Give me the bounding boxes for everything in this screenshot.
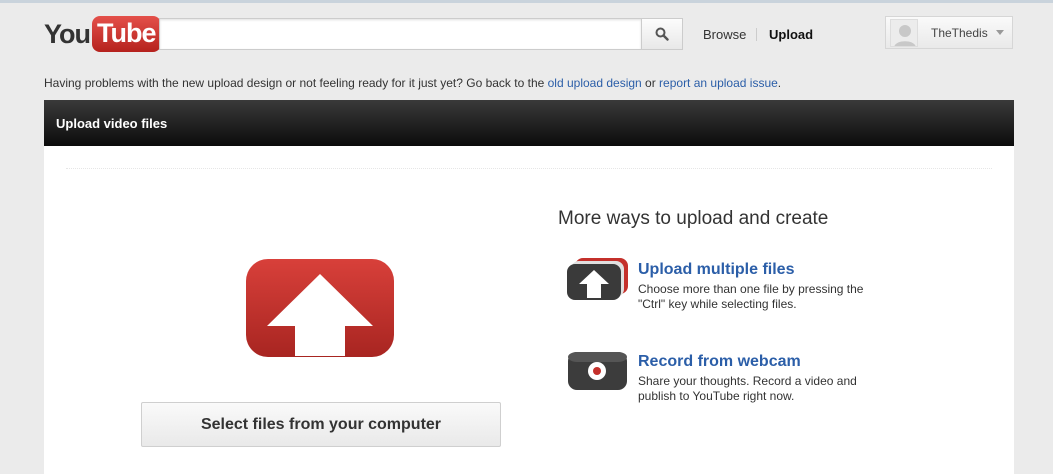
- nav-separator: [756, 28, 757, 41]
- upload-design-notice: Having problems with the new upload desi…: [44, 76, 781, 90]
- notice-text-after: .: [777, 76, 782, 90]
- default-avatar-icon: [891, 19, 917, 46]
- search-button[interactable]: [641, 18, 683, 50]
- page: You Tube Browse Upload TheThedis Having …: [0, 0, 1053, 474]
- panel-title: Upload video files: [56, 116, 168, 131]
- big-upload-icon[interactable]: [245, 258, 395, 358]
- report-upload-issue-link[interactable]: report an upload issue: [659, 76, 778, 90]
- avatar: [890, 18, 918, 47]
- panel-divider: [66, 168, 992, 169]
- chevron-down-icon: [996, 30, 1004, 35]
- logo-tube-text: Tube: [92, 16, 161, 52]
- logo-you-text: You: [44, 18, 91, 49]
- record-from-webcam-description: Share your thoughts. Record a video and …: [638, 374, 857, 403]
- old-upload-design-link[interactable]: old upload design: [548, 76, 642, 90]
- upload-multiple-files-link[interactable]: Upload multiple files: [638, 261, 794, 279]
- upload-multiple-files-description: Choose more than one file by pressing th…: [638, 282, 864, 311]
- top-border: [0, 0, 1053, 3]
- search-icon: [655, 27, 669, 41]
- nav-upload-link[interactable]: Upload: [769, 27, 813, 42]
- notice-text-middle: or: [641, 76, 660, 90]
- nav-browse-link[interactable]: Browse: [703, 27, 746, 42]
- notice-text-before: Having problems with the new upload desi…: [44, 76, 548, 90]
- user-menu-button[interactable]: TheThedis: [885, 16, 1013, 49]
- youtube-logo[interactable]: You Tube: [44, 15, 161, 53]
- webcam-record-icon[interactable]: [567, 350, 629, 392]
- search-input[interactable]: [159, 18, 642, 50]
- select-files-button[interactable]: Select files from your computer: [141, 402, 501, 447]
- panel-header: Upload video files: [44, 100, 1014, 146]
- more-ways-title: More ways to upload and create: [558, 208, 829, 229]
- upload-multiple-icon[interactable]: [567, 258, 629, 300]
- user-name: TheThedis: [931, 25, 988, 40]
- record-from-webcam-link[interactable]: Record from webcam: [638, 353, 801, 371]
